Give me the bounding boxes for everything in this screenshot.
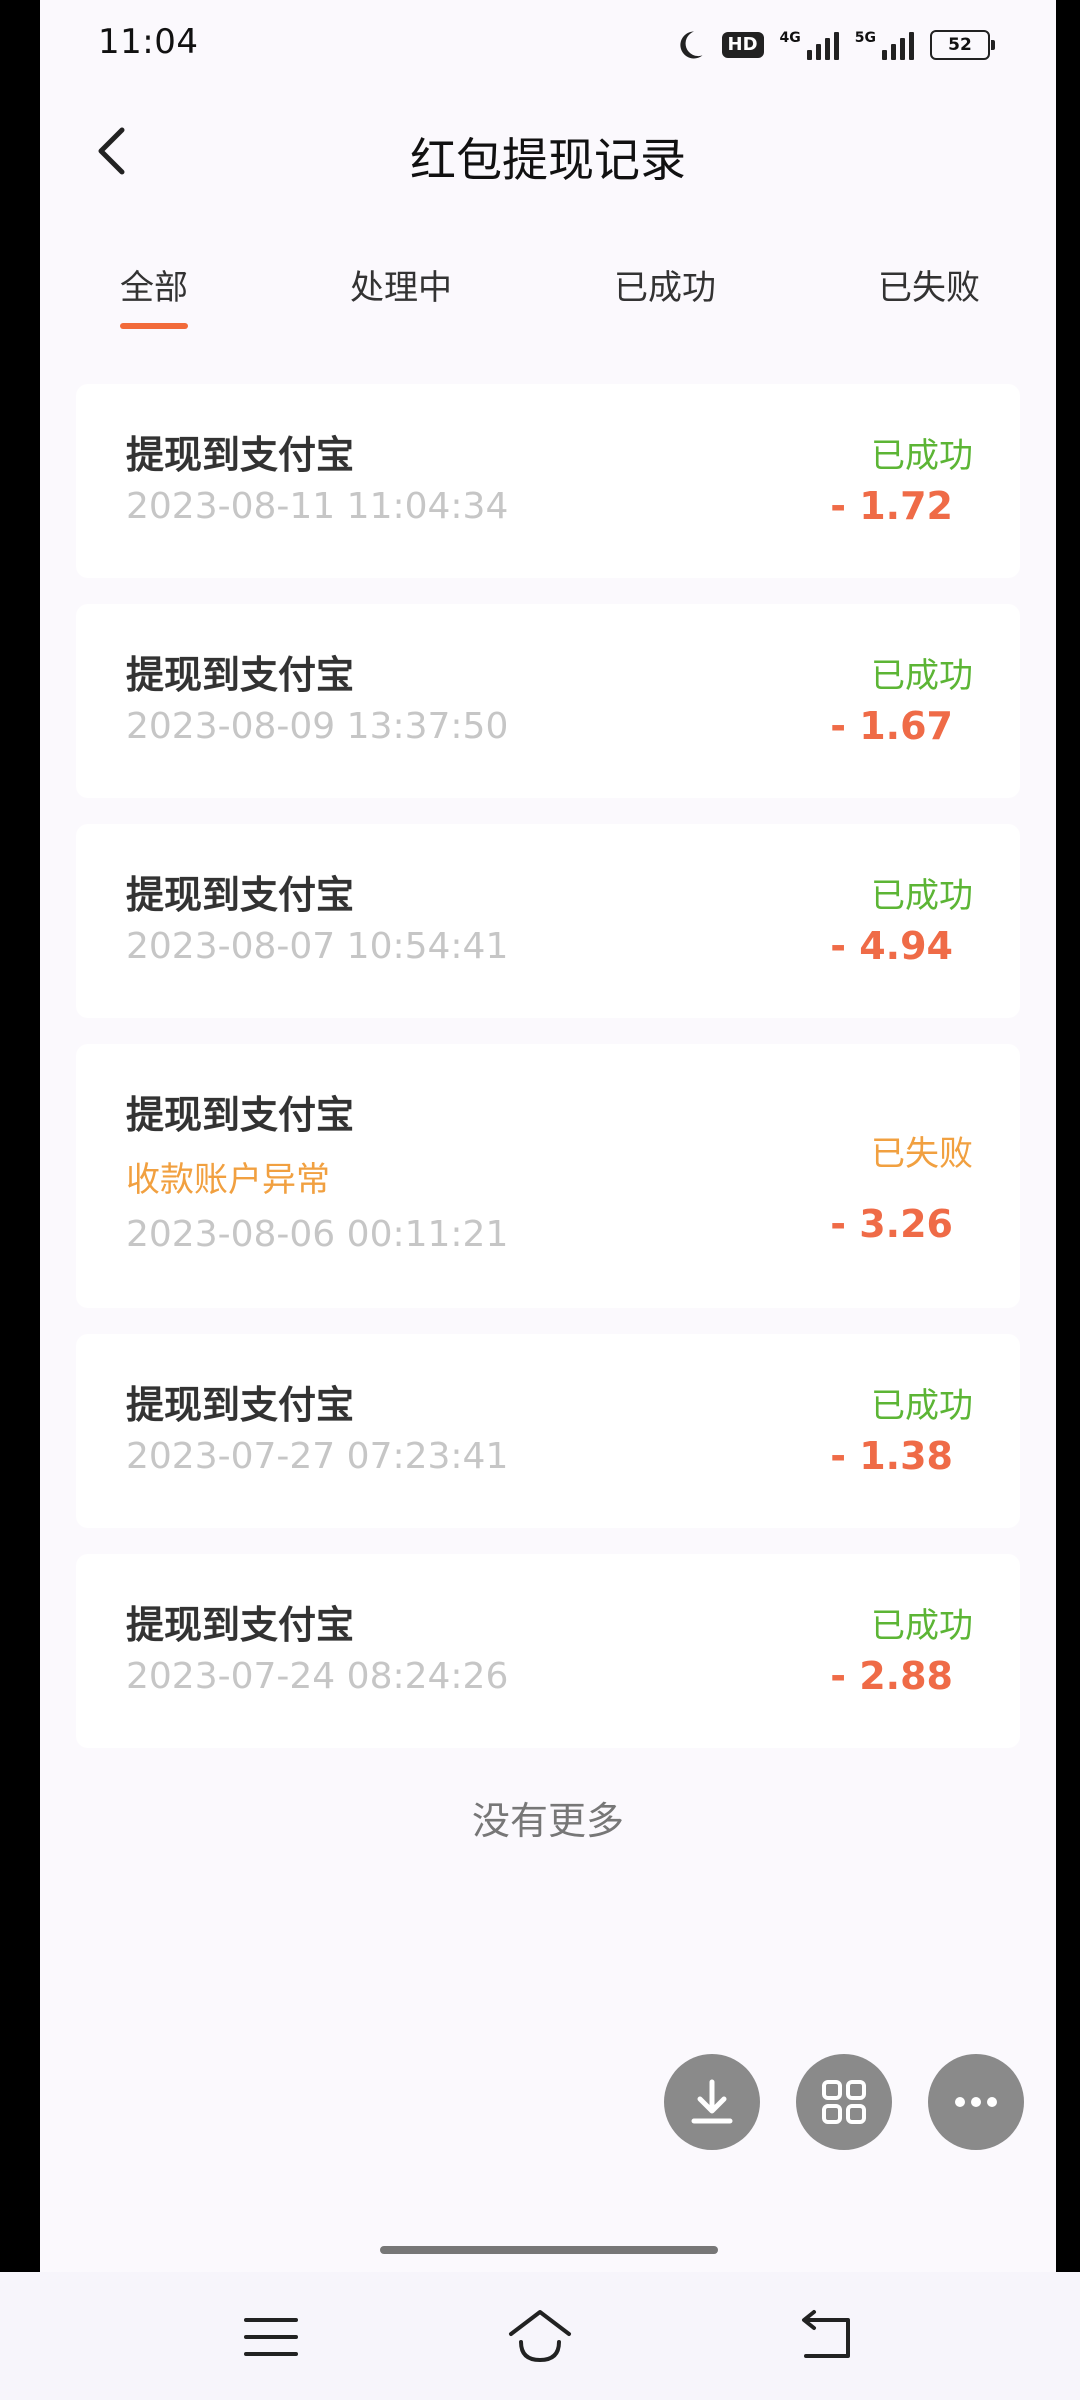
record-amount: - 1.38 (830, 1434, 953, 1478)
record-date: 2023-07-24 08:24:26 (126, 1656, 509, 1697)
signal-strength-icon: 4G (780, 30, 839, 60)
more-button[interactable] (928, 2054, 1024, 2150)
download-button[interactable] (664, 2054, 760, 2150)
status-bar: 11:04 HD 4G 5G 52 (40, 0, 1056, 90)
record-failure-reason: 收款账户异常 (126, 1160, 330, 1200)
back-icon (802, 2310, 850, 2358)
record-card[interactable]: 提现到支付宝 2023-08-07 10:54:41 已成功 - 4.94 (76, 824, 1020, 1018)
page-title: 红包提现记录 (410, 133, 686, 187)
status-icons: HD 4G 5G 52 (672, 20, 995, 70)
record-card[interactable]: 提现到支付宝 2023-08-09 13:37:50 已成功 - 1.67 (76, 604, 1020, 798)
menu-icon (244, 2318, 298, 2356)
record-date: 2023-08-07 10:54:41 (126, 926, 509, 967)
record-amount: - 3.26 (830, 1202, 953, 1246)
record-card[interactable]: 提现到支付宝 2023-07-24 08:24:26 已成功 - 2.88 (76, 1554, 1020, 1748)
record-title: 提现到支付宝 (126, 1603, 355, 1647)
record-date: 2023-08-11 11:04:34 (126, 486, 509, 527)
status-time: 11:04 (98, 22, 199, 62)
record-amount: - 4.94 (830, 924, 953, 968)
apps-grid-icon (822, 2080, 866, 2124)
home-icon (509, 2310, 571, 2363)
record-title: 提现到支付宝 (126, 433, 355, 477)
record-title: 提现到支付宝 (126, 1093, 355, 1137)
active-tab-indicator (120, 323, 188, 329)
nav-back-button[interactable] (790, 2302, 860, 2372)
moon-icon (679, 31, 702, 59)
tab-all[interactable]: 全部 (120, 260, 188, 329)
record-amount: - 1.72 (830, 484, 953, 528)
tab-label: 已失败 (878, 268, 980, 308)
apps-button[interactable] (796, 2054, 892, 2150)
hd-badge: HD (721, 32, 764, 58)
tab-succeeded[interactable]: 已成功 (614, 260, 716, 309)
record-status: 已成功 (871, 1606, 973, 1646)
signal-strength-icon: 5G (855, 30, 914, 60)
record-date: 2023-08-06 00:11:21 (126, 1214, 509, 1255)
signal-label: 4G (779, 30, 801, 46)
tab-label: 已成功 (614, 268, 716, 308)
record-status: 已失败 (871, 1134, 973, 1174)
filter-tabs: 全部 处理中 已成功 已失败 (40, 212, 1056, 342)
app-screen: 11:04 HD 4G 5G 52 红包提现记录 全部 处理中 已成功 已失败 … (40, 0, 1056, 2272)
nav-home-button[interactable] (505, 2302, 575, 2372)
record-title: 提现到支付宝 (126, 1383, 355, 1427)
tab-failed[interactable]: 已失败 (878, 260, 980, 309)
more-dots-icon (955, 2097, 997, 2107)
nav-menu-button[interactable] (236, 2302, 306, 2372)
end-of-list-label: 没有更多 (471, 1799, 624, 1843)
record-amount: - 2.88 (830, 1654, 953, 1698)
record-card[interactable]: 提现到支付宝 2023-08-11 11:04:34 已成功 - 1.72 (76, 384, 1020, 578)
withdrawal-record-list: 提现到支付宝 2023-08-11 11:04:34 已成功 - 1.72 提现… (76, 384, 1020, 1774)
battery-level: 52 (948, 35, 972, 55)
page-header: 红包提现记录 (40, 90, 1056, 212)
record-title: 提现到支付宝 (126, 653, 355, 697)
home-indicator-bar[interactable] (380, 2246, 718, 2254)
record-date: 2023-07-27 07:23:41 (126, 1436, 509, 1477)
record-status: 已成功 (871, 1386, 973, 1426)
tab-label: 处理中 (350, 268, 452, 308)
record-date: 2023-08-09 13:37:50 (126, 706, 509, 747)
tab-label: 全部 (120, 268, 188, 308)
signal-label: 5G (854, 30, 876, 46)
record-card[interactable]: 提现到支付宝 2023-07-27 07:23:41 已成功 - 1.38 (76, 1334, 1020, 1528)
record-status: 已成功 (871, 436, 973, 476)
record-title: 提现到支付宝 (126, 873, 355, 917)
download-icon (691, 2079, 733, 2124)
tab-processing[interactable]: 处理中 (350, 260, 452, 309)
record-status: 已成功 (871, 656, 973, 696)
record-amount: - 1.67 (830, 704, 953, 748)
record-status: 已成功 (871, 876, 973, 916)
battery-icon: 52 (930, 30, 995, 60)
record-card[interactable]: 提现到支付宝 收款账户异常 2023-08-06 00:11:21 已失败 - … (76, 1044, 1020, 1308)
system-navigation-bar (0, 2272, 1080, 2400)
